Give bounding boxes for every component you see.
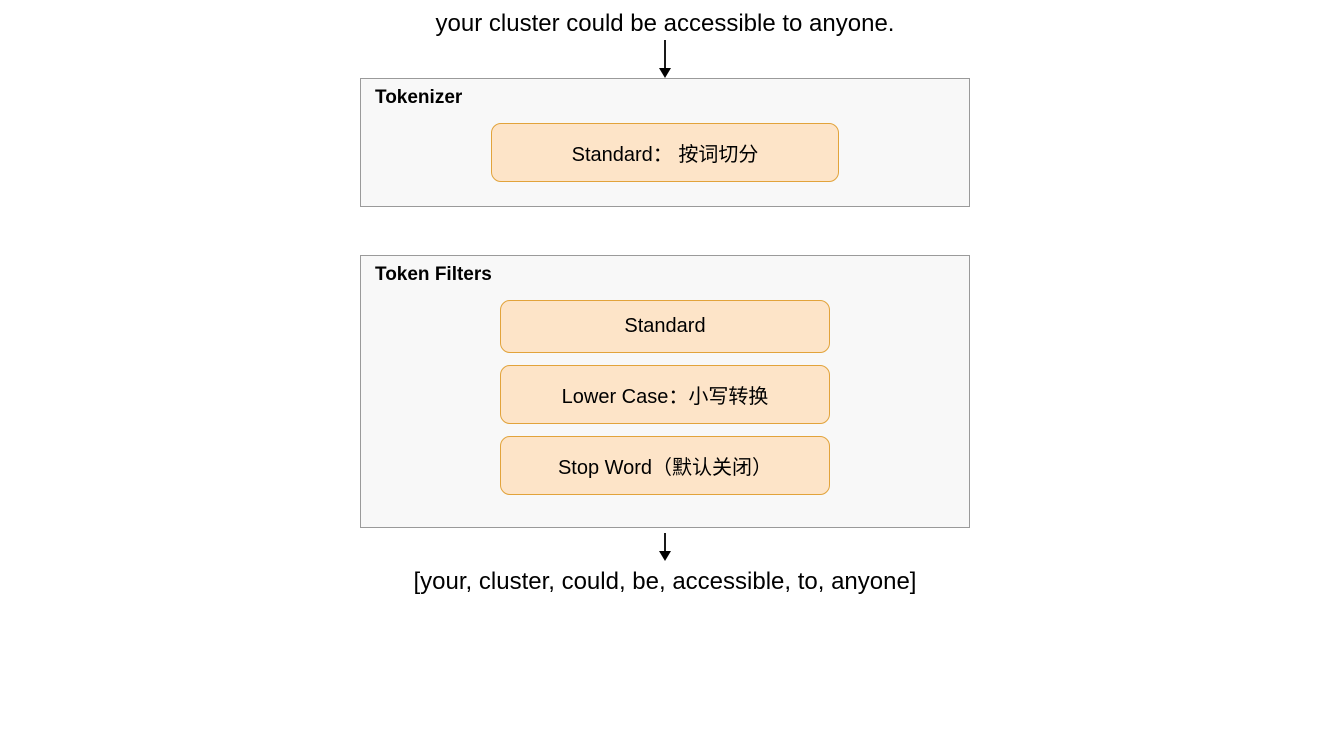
arrow-down-icon	[655, 528, 675, 566]
token-filters-panel: Token Filters Standard Lower Case：小写转换 S…	[360, 255, 970, 528]
filter-chip-standard: Standard	[500, 300, 830, 353]
input-sentence: your cluster could be accessible to anyo…	[436, 10, 895, 38]
token-filters-title: Token Filters	[375, 264, 955, 286]
arrow-down-icon	[655, 40, 675, 78]
tokenizer-panel: Tokenizer Standard： 按词切分	[360, 78, 970, 207]
tokenizer-title: Tokenizer	[375, 87, 955, 109]
output-tokens: [your, cluster, could, be, accessible, t…	[414, 568, 917, 596]
filter-chip-lowercase: Lower Case：小写转换	[500, 365, 830, 424]
filter-chip-stopword: Stop Word（默认关闭）	[500, 436, 830, 495]
tokenizer-chip: Standard： 按词切分	[491, 123, 839, 182]
